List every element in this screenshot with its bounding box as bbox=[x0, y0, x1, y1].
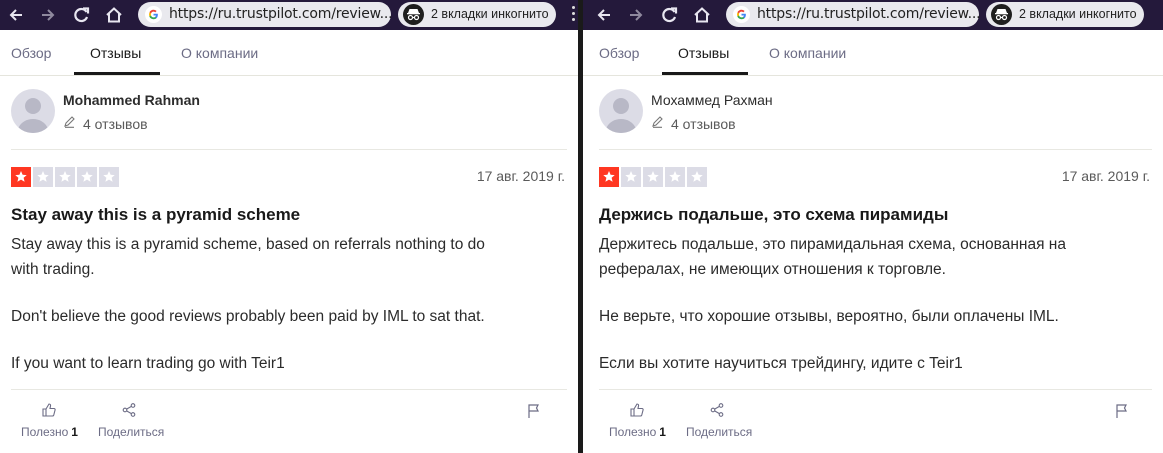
forward-arrow-icon[interactable] bbox=[626, 5, 646, 25]
star-icon bbox=[99, 167, 119, 187]
active-tab-indicator bbox=[74, 72, 160, 75]
tab-about-company[interactable]: О компании bbox=[769, 45, 846, 61]
url-text: https://ru.trustpilot.com/review... bbox=[169, 6, 393, 22]
review-panel-original: https://ru.trustpilot.com/review... 2 вк… bbox=[0, 0, 578, 453]
useful-label: Полезно bbox=[609, 425, 657, 439]
share-icon[interactable] bbox=[709, 402, 725, 418]
avatar[interactable] bbox=[11, 89, 55, 133]
incognito-icon bbox=[403, 4, 424, 25]
reload-icon[interactable] bbox=[71, 5, 91, 25]
star-icon bbox=[599, 167, 619, 187]
review-paragraph: If you want to learn trading go with Tei… bbox=[11, 355, 285, 372]
incognito-label: 2 вкладки инкогнито bbox=[431, 7, 549, 21]
url-text: https://ru.trustpilot.com/review... bbox=[757, 6, 981, 22]
useful-button[interactable]: Полезно 1 bbox=[21, 425, 78, 439]
review-date: 17 авг. 2019 г. bbox=[1061, 168, 1150, 184]
browser-toolbar: https://ru.trustpilot.com/review... 2 вк… bbox=[583, 0, 1163, 30]
thumbs-up-icon[interactable] bbox=[41, 402, 57, 418]
star-icon bbox=[11, 167, 31, 187]
flag-icon[interactable] bbox=[1114, 403, 1130, 419]
home-icon[interactable] bbox=[692, 5, 712, 25]
address-bar[interactable]: https://ru.trustpilot.com/review... bbox=[138, 2, 393, 27]
reviewer-name[interactable]: Мохаммед Рахман bbox=[651, 92, 773, 108]
divider bbox=[11, 389, 567, 390]
review-body: Stay away this is a pyramid scheme, base… bbox=[11, 232, 568, 376]
company-tabs: Обзор Отзывы О компании bbox=[583, 30, 1163, 76]
browser-toolbar: https://ru.trustpilot.com/review... 2 вк… bbox=[0, 0, 578, 30]
useful-count: 1 bbox=[71, 425, 78, 439]
google-icon bbox=[145, 6, 162, 23]
tab-overview[interactable]: Обзор bbox=[599, 45, 639, 61]
review-count: 4 отзывов bbox=[671, 116, 736, 132]
review-paragraph: Don't believe the good reviews probably … bbox=[11, 308, 485, 325]
review-body: Держитесь подальше, это пирамидальная сх… bbox=[599, 232, 1153, 376]
review-paragraph: Держитесь подальше, это пирамидальная сх… bbox=[599, 236, 1066, 278]
incognito-chip[interactable]: 2 вкладки инкогнито bbox=[398, 2, 556, 27]
review-paragraph: Не верьте, что хорошие отзывы, вероятно,… bbox=[599, 308, 1059, 325]
pencil-icon bbox=[63, 115, 76, 128]
flag-icon[interactable] bbox=[526, 403, 542, 419]
review-paragraph: Stay away this is a pyramid scheme, base… bbox=[11, 236, 485, 278]
avatar[interactable] bbox=[599, 89, 643, 133]
tab-reviews[interactable]: Отзывы bbox=[678, 45, 729, 61]
home-icon[interactable] bbox=[104, 5, 124, 25]
menu-dots-icon[interactable] bbox=[572, 6, 576, 24]
review-paragraph: Если вы хотите научиться трейдингу, идит… bbox=[599, 355, 963, 372]
google-icon bbox=[733, 6, 750, 23]
review-panel-translated: https://ru.trustpilot.com/review... 2 вк… bbox=[583, 0, 1163, 453]
star-icon bbox=[665, 167, 685, 187]
star-icon bbox=[621, 167, 641, 187]
tab-overview[interactable]: Обзор bbox=[11, 45, 51, 61]
active-tab-indicator bbox=[662, 72, 748, 75]
share-icon[interactable] bbox=[121, 402, 137, 418]
star-icon bbox=[687, 167, 707, 187]
tab-about-company[interactable]: О компании bbox=[181, 45, 258, 61]
star-icon bbox=[77, 167, 97, 187]
useful-count: 1 bbox=[659, 425, 666, 439]
review-date: 17 авг. 2019 г. bbox=[476, 168, 565, 184]
back-arrow-icon[interactable] bbox=[594, 5, 614, 25]
divider bbox=[599, 149, 1152, 150]
incognito-label: 2 вкладки инкогнито bbox=[1019, 7, 1137, 21]
forward-arrow-icon[interactable] bbox=[38, 5, 58, 25]
thumbs-up-icon[interactable] bbox=[629, 402, 645, 418]
star-icon bbox=[55, 167, 75, 187]
useful-button[interactable]: Полезно 1 bbox=[609, 425, 666, 439]
star-icon bbox=[33, 167, 53, 187]
useful-label: Полезно bbox=[21, 425, 69, 439]
star-rating bbox=[599, 167, 707, 187]
company-tabs: Обзор Отзывы О компании bbox=[0, 30, 578, 76]
review-title[interactable]: Stay away this is a pyramid scheme bbox=[11, 205, 568, 225]
divider bbox=[11, 149, 567, 150]
star-icon bbox=[643, 167, 663, 187]
address-bar[interactable]: https://ru.trustpilot.com/review... bbox=[726, 2, 981, 27]
incognito-chip[interactable]: 2 вкладки инкогнито bbox=[986, 2, 1144, 27]
share-button[interactable]: Поделиться bbox=[98, 425, 164, 439]
reviewer-name[interactable]: Mohammed Rahman bbox=[63, 92, 200, 108]
divider bbox=[599, 389, 1152, 390]
review-count: 4 отзывов bbox=[83, 116, 148, 132]
pencil-icon bbox=[651, 115, 664, 128]
reload-icon[interactable] bbox=[659, 5, 679, 25]
tab-reviews[interactable]: Отзывы bbox=[90, 45, 141, 61]
review-title[interactable]: Держись подальше, это схема пирамиды bbox=[599, 205, 1153, 225]
star-rating bbox=[11, 167, 119, 187]
back-arrow-icon[interactable] bbox=[6, 5, 26, 25]
incognito-icon bbox=[991, 4, 1012, 25]
share-button[interactable]: Поделиться bbox=[686, 425, 752, 439]
